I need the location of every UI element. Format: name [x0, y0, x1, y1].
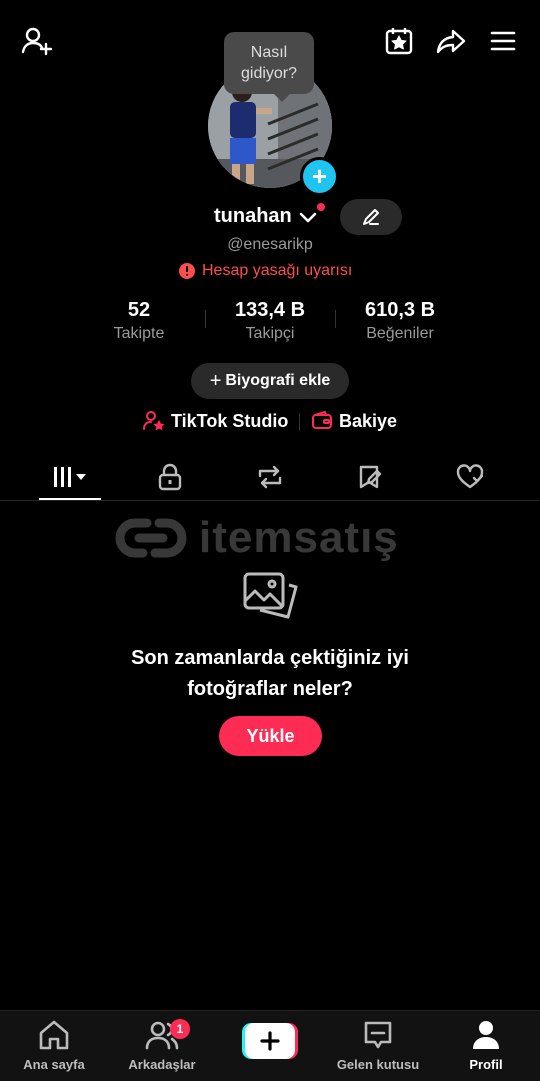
tab-videos[interactable]	[39, 458, 101, 496]
calendar-star-icon[interactable]	[382, 24, 416, 58]
nav-inbox[interactable]: Gelen kutusu	[328, 1017, 428, 1072]
following-label: Takipte	[113, 325, 165, 342]
watermark-logo-icon	[115, 518, 187, 558]
tiktok-studio-link[interactable]: TikTok Studio	[143, 410, 288, 432]
share-icon[interactable]	[434, 24, 468, 58]
user-star-icon	[143, 411, 165, 431]
tab-liked[interactable]	[439, 458, 501, 496]
stat-likes[interactable]: 610,3 B Beğeniler	[330, 299, 470, 343]
bubble-line-1: Nasıl	[250, 44, 288, 61]
nav-friends-label: Arkadaşlar	[128, 1057, 196, 1072]
username[interactable]: tunahan	[214, 203, 325, 228]
tiktok-studio-label: TikTok Studio	[171, 410, 289, 431]
stat-followers[interactable]: 133,4 B Takipçi	[200, 299, 340, 343]
repost-icon	[258, 465, 282, 489]
ban-warning-link[interactable]: Hesap yasağı uyarısı	[178, 262, 352, 280]
bookmark-icon	[359, 465, 382, 489]
nav-friends[interactable]: Arkadaşlar 1	[112, 1017, 212, 1072]
nav-inbox-label: Gelen kutusu	[336, 1057, 420, 1072]
alert-icon	[179, 263, 195, 279]
grid-dropdown-icon	[54, 467, 86, 487]
nav-home-label: Ana sayfa	[23, 1057, 85, 1072]
warning-text: Hesap yasağı uyarısı	[202, 262, 353, 279]
lock-icon	[158, 463, 182, 491]
bubble-line-2: gidiyor?	[240, 65, 298, 82]
links-divider	[299, 413, 300, 431]
notification-dot	[317, 203, 325, 211]
tabs-divider	[0, 500, 540, 501]
inbox-icon	[328, 1017, 428, 1053]
edit-profile-button[interactable]	[340, 199, 402, 235]
plus-icon: +	[209, 369, 222, 392]
bottom-nav: Ana sayfa Arkadaşlar 1 Gelen kutusu Prof…	[0, 1010, 540, 1081]
plus-icon	[260, 1031, 280, 1051]
followers-count: 133,4 B	[234, 299, 306, 321]
notification-badge: 1	[170, 1019, 190, 1039]
friends-icon	[112, 1017, 212, 1053]
empty-state-line-2: fotoğraflar neler?	[187, 678, 353, 700]
username-text: tunahan	[214, 205, 292, 227]
nav-profile-label: Profil	[469, 1057, 503, 1072]
chevron-down-icon[interactable]	[299, 210, 317, 224]
heart-icon	[456, 464, 484, 489]
nav-profile[interactable]: Profil	[436, 1017, 536, 1072]
empty-state-line-1: Son zamanlarda çektiğiniz iyi	[131, 647, 409, 669]
tab-reposts[interactable]	[239, 458, 301, 496]
upload-button[interactable]: Yükle	[219, 716, 322, 756]
status-bubble[interactable]: Nasıl gidiyor?	[224, 32, 314, 102]
balance-label: Bakiye	[339, 410, 398, 431]
home-icon	[4, 1017, 104, 1053]
add-bio-button[interactable]: + Biyografi ekle	[191, 363, 349, 399]
watermark: itemsatış	[113, 513, 399, 563]
add-bio-label: Biyografi ekle	[225, 372, 331, 389]
create-button[interactable]	[242, 1023, 298, 1059]
user-handle: @enesarikp	[227, 236, 313, 253]
followers-label: Takipçi	[245, 325, 295, 342]
following-count: 52	[127, 299, 151, 321]
add-story-button[interactable]: +	[300, 157, 339, 196]
stat-following[interactable]: 52 Takipte	[69, 299, 209, 343]
nav-home[interactable]: Ana sayfa	[4, 1017, 104, 1072]
tab-private[interactable]	[139, 458, 201, 496]
profile-icon	[436, 1017, 536, 1053]
menu-icon[interactable]	[486, 24, 520, 58]
add-friend-icon[interactable]	[19, 24, 53, 58]
likes-label: Beğeniler	[366, 325, 434, 342]
photos-icon	[242, 571, 300, 632]
pencil-icon	[363, 209, 379, 225]
tab-saved[interactable]	[339, 458, 401, 496]
empty-state-title: Son zamanlarda çektiğiniz iyi fotoğrafla…	[0, 643, 540, 705]
watermark-text: itemsatış	[199, 513, 399, 562]
balance-link[interactable]: Bakiye	[311, 410, 397, 432]
wallet-icon	[312, 411, 332, 429]
likes-count: 610,3 B	[364, 299, 436, 321]
